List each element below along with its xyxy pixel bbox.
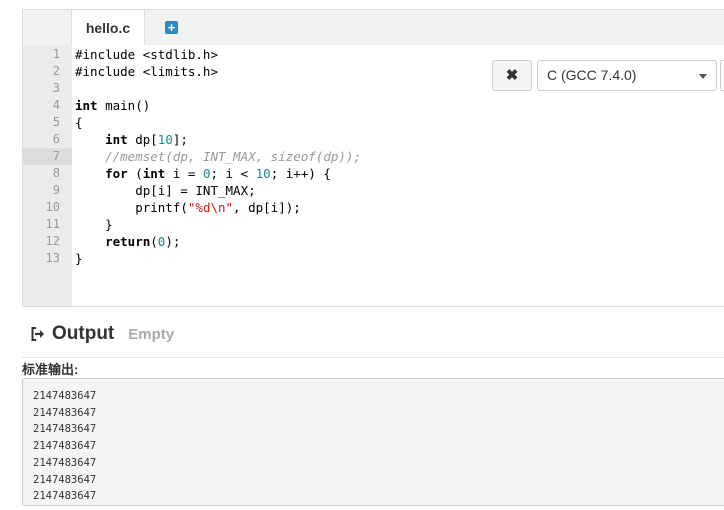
code-line: }: [75, 250, 83, 267]
code-token: int: [75, 98, 98, 113]
clear-button[interactable]: ✖: [492, 60, 532, 91]
line-number: 8: [52, 166, 60, 180]
tab-bar: hello.c +: [22, 9, 724, 46]
code-token: (: [127, 166, 143, 181]
line-number: 3: [52, 81, 60, 95]
code-token: "%d\n": [187, 200, 234, 215]
code-line: //memset(dp, INT_MAX, sizeof(dp));: [75, 148, 361, 165]
code-token: 10: [157, 132, 173, 147]
code-token: //memset(dp, INT_MAX, sizeof(dp));: [105, 149, 361, 164]
code-token: }: [75, 251, 83, 266]
stdout-line: 2147483647: [33, 456, 97, 469]
line-number: 11: [45, 217, 60, 231]
code-token: i =: [165, 166, 203, 181]
code-line: dp[i] = INT_MAX;: [75, 182, 256, 199]
line-number: 4: [52, 98, 60, 112]
code-line: #include <limits.h>: [75, 63, 218, 80]
code-token: ];: [172, 132, 188, 147]
code-line: {: [75, 114, 83, 131]
sign-out-icon: [31, 327, 44, 341]
line-number: 5: [52, 115, 60, 129]
code-token: ; i++) {: [270, 166, 331, 181]
line-number: 7: [23, 148, 72, 165]
line-number: 10: [45, 200, 60, 214]
line-number: 2: [52, 64, 60, 78]
tab-hello-c[interactable]: hello.c: [71, 10, 145, 46]
code-token: (: [150, 234, 158, 249]
line-number: 6: [52, 132, 60, 146]
output-status: Empty: [128, 325, 175, 343]
code-line: return(0);: [75, 233, 180, 250]
code-token: ; i <: [210, 166, 256, 181]
line-number: 1: [52, 47, 60, 61]
language-select[interactable]: C (GCC 7.4.0): [537, 60, 717, 91]
stdout-label: 标准输出:: [22, 362, 79, 377]
line-number: 12: [45, 234, 60, 248]
code-token: 10: [255, 166, 271, 181]
language-select-value: C (GCC 7.4.0): [547, 67, 637, 83]
stdout-line: 2147483647: [33, 406, 97, 419]
code-token: {: [75, 115, 83, 130]
line-number: 9: [52, 183, 60, 197]
toolbar-button-partial[interactable]: [720, 60, 724, 91]
code-token: return: [105, 234, 151, 249]
output-title: Output: [52, 323, 115, 344]
line-number-gutter: 1 2 3 4 5 6 7 8 9 10 11 12 13: [23, 45, 72, 306]
code-token: int: [142, 166, 166, 181]
code-token: }: [75, 217, 113, 232]
code-line: for (int i = 0; i < 10; i++) {: [75, 165, 331, 182]
line-number: 13: [45, 251, 60, 265]
code-token: for: [105, 166, 128, 181]
stdout-line: 2147483647: [33, 423, 97, 436]
code-token: dp[: [127, 132, 158, 147]
code-token: printf(: [75, 200, 188, 215]
code-token: , dp[i]);: [233, 200, 301, 215]
code-token: int: [105, 132, 128, 147]
code-token: #include <limits.h>: [75, 64, 218, 79]
stdout-line: 2147483647: [33, 490, 97, 503]
code-line: #include <stdlib.h>: [75, 46, 218, 63]
code-token: );: [165, 234, 181, 249]
code-token: dp[i] = INT_MAX;: [75, 183, 256, 198]
stdout-panel: 2147483647 2147483647 2147483647 2147483647…: [22, 378, 724, 506]
code-line: printf("%d\n", dp[i]);: [75, 199, 301, 216]
code-line: }: [75, 216, 113, 233]
stdout-line: 2147483647: [33, 473, 97, 486]
stdout-line: 2147483647: [33, 390, 97, 402]
code-line: int main(): [75, 97, 150, 114]
close-icon: ✖: [505, 67, 519, 84]
code-token: #include <stdlib.h>: [75, 47, 218, 62]
code-token: 0: [202, 166, 211, 181]
plus-square-icon[interactable]: +: [165, 21, 178, 34]
stdout-line: 2147483647: [33, 440, 97, 453]
output-header: Output Empty: [30, 322, 174, 346]
divider: [22, 357, 724, 358]
code-token: main(): [97, 98, 151, 113]
code-line: int dp[10];: [75, 131, 188, 148]
caret-down-icon: [699, 74, 707, 79]
